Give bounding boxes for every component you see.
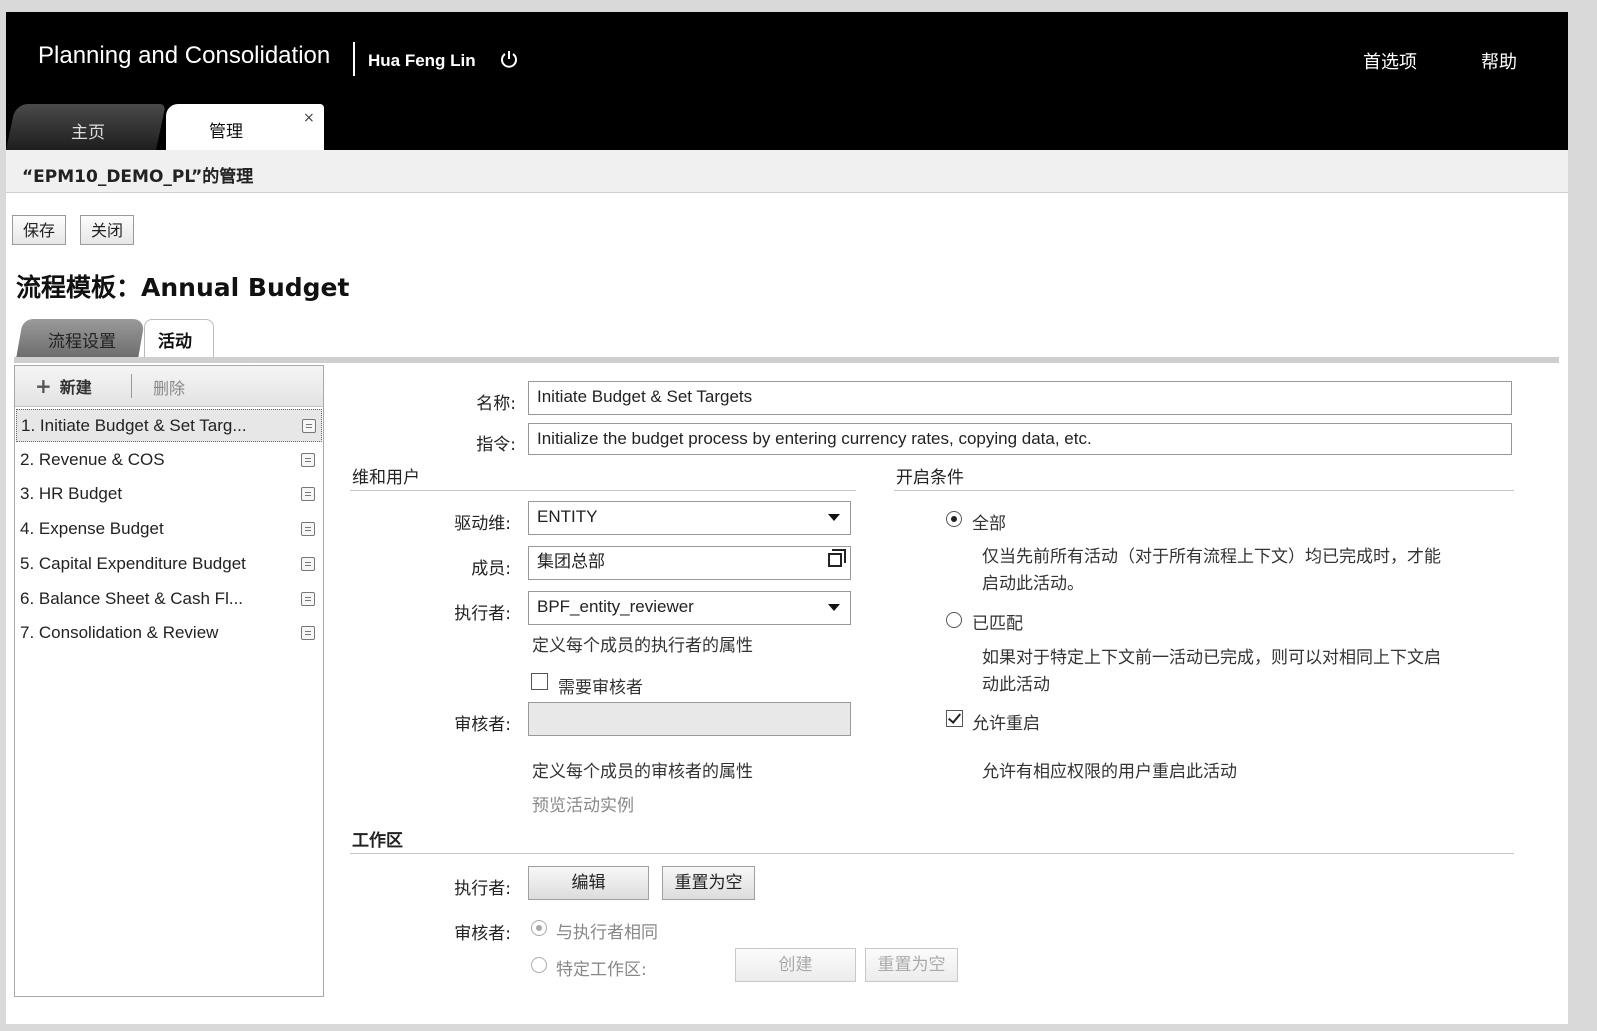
new-activity-label: 新建 — [59, 378, 92, 397]
reviewer-label: 审核者: — [454, 715, 511, 735]
activity-detail-icon[interactable] — [302, 419, 316, 433]
reset-specific-workspace-button[interactable]: 重置为空 — [865, 948, 958, 982]
reviewer-field — [528, 702, 851, 736]
member-label: 成员: — [471, 559, 511, 579]
delete-activity-button[interactable]: 删除 — [153, 375, 185, 399]
section-divider — [894, 490, 1514, 491]
member-field[interactable]: 集团总部 — [528, 546, 851, 580]
chevron-down-icon[interactable] — [828, 604, 840, 611]
app-title: Planning and Consolidation — [38, 42, 331, 69]
performer-hint: 定义每个成员的执行者的属性 — [532, 636, 753, 656]
activity-list-toolbar: + 新建 删除 — [15, 366, 323, 407]
activity-item-7[interactable]: 7. Consolidation & Review — [16, 617, 322, 650]
workspace-section: 工作区 — [352, 831, 403, 851]
need-reviewer-checkbox[interactable] — [531, 673, 548, 690]
tab-admin[interactable] — [166, 104, 324, 150]
member-picker-icon[interactable] — [828, 549, 846, 567]
tab-close-icon[interactable]: × — [303, 110, 315, 126]
new-activity-button[interactable]: + 新建 — [35, 374, 92, 398]
matched-radio[interactable] — [946, 612, 962, 628]
matched-radio-label[interactable]: 已匹配 — [972, 609, 1023, 634]
same-as-performer-label[interactable]: 与执行者相同 — [556, 918, 658, 943]
activity-item-2[interactable]: 2. Revenue & COS — [16, 444, 322, 477]
help-link[interactable]: 帮助 — [1481, 48, 1517, 74]
activity-item-1[interactable]: 1. Initiate Budget & Set Targ... — [16, 409, 322, 442]
performer-label: 执行者: — [454, 604, 511, 624]
specific-workspace-radio[interactable] — [531, 957, 547, 973]
activity-list-panel: + 新建 删除 1. Initiate Budget & Set Targ... … — [14, 365, 324, 997]
reviewer-hint: 定义每个成员的审核者的属性 — [532, 762, 753, 782]
tab-admin-label[interactable]: 管理 — [209, 117, 243, 142]
activity-item-label: 4. Expense Budget — [20, 519, 164, 538]
activity-detail-icon[interactable] — [301, 453, 315, 467]
activity-item-label: 3. HR Budget — [20, 484, 123, 503]
tab-process-settings-label[interactable]: 流程设置 — [48, 327, 116, 352]
tab-rule — [14, 357, 1559, 363]
user-name: Hua Feng Lin — [368, 51, 476, 70]
instruction-input[interactable]: Initialize the budget process by enterin… — [528, 423, 1512, 455]
activity-item-label: 2. Revenue & COS — [20, 450, 165, 469]
activity-detail-icon[interactable] — [301, 557, 315, 571]
tab-activities-label[interactable]: 活动 — [158, 327, 192, 352]
section-divider — [350, 853, 1514, 854]
context-title: “EPM10_DEMO_PL”的管理 — [22, 167, 254, 187]
activity-detail-icon[interactable] — [301, 487, 315, 501]
member-value: 集团总部 — [537, 552, 605, 571]
allow-reopen-desc: 允许有相应权限的用户重启此活动 — [982, 762, 1237, 782]
open-conditions-section: 开启条件 — [896, 468, 964, 488]
specific-workspace-label[interactable]: 特定工作区: — [556, 955, 647, 980]
tab-home-label[interactable]: 主页 — [71, 118, 105, 143]
matched-desc-line2: 动此活动 — [982, 675, 1050, 695]
performer-value: BPF_entity_reviewer — [537, 597, 694, 616]
driver-label: 驱动维: — [454, 514, 511, 534]
performer-dropdown[interactable]: BPF_entity_reviewer — [528, 591, 851, 625]
activity-item-label: 5. Capital Expenditure Budget — [20, 554, 246, 573]
plus-icon: + — [35, 374, 52, 398]
preferences-link[interactable]: 首选项 — [1363, 48, 1417, 74]
allow-reopen-checkbox[interactable] — [946, 710, 963, 727]
toolbar-separator — [131, 374, 132, 398]
activity-item-5[interactable]: 5. Capital Expenditure Budget — [16, 548, 322, 581]
driver-dropdown[interactable]: ENTITY — [528, 501, 851, 535]
instruction-label: 指令: — [476, 435, 516, 455]
allow-reopen-label[interactable]: 允许重启 — [972, 709, 1040, 734]
need-reviewer-label[interactable]: 需要审核者 — [558, 673, 643, 698]
activity-detail-icon[interactable] — [301, 626, 315, 640]
edit-workspace-button[interactable]: 编辑 — [528, 866, 649, 900]
name-input[interactable]: Initiate Budget & Set Targets — [528, 381, 1512, 415]
reset-workspace-button[interactable]: 重置为空 — [662, 866, 755, 900]
matched-desc-line1: 如果对于特定上下文前一活动已完成，则可以对相同上下文启 — [982, 648, 1441, 668]
workspace-performer-label: 执行者: — [454, 879, 511, 899]
all-radio[interactable] — [946, 511, 962, 527]
save-button[interactable]: 保存 — [12, 215, 66, 245]
activity-item-label: 1. Initiate Budget & Set Targ... — [21, 416, 247, 435]
power-icon[interactable] — [499, 49, 519, 69]
activity-detail-icon[interactable] — [301, 592, 315, 606]
app-window: Planning and Consolidation Hua Feng Lin … — [6, 12, 1568, 1024]
page-title: 流程模板：Annual Budget — [16, 273, 350, 302]
close-button[interactable]: 关闭 — [80, 215, 134, 245]
activity-item-label: 7. Consolidation & Review — [20, 623, 219, 642]
header-separator — [353, 42, 355, 76]
activity-item-6[interactable]: 6. Balance Sheet & Cash Fl... — [16, 583, 322, 616]
all-desc-line2: 启动此活动。 — [982, 574, 1084, 594]
same-as-performer-radio[interactable] — [531, 920, 547, 936]
driver-value: ENTITY — [537, 507, 598, 526]
activity-item-label: 6. Balance Sheet & Cash Fl... — [20, 589, 244, 608]
section-divider — [350, 490, 856, 491]
preview-link[interactable]: 预览活动实例 — [532, 791, 634, 816]
activity-item-4[interactable]: 4. Expense Budget — [16, 513, 322, 546]
create-workspace-button[interactable]: 创建 — [735, 948, 856, 982]
name-label: 名称: — [476, 394, 516, 414]
dims-users-section: 维和用户 — [352, 468, 420, 488]
chevron-down-icon[interactable] — [828, 514, 840, 521]
activity-item-3[interactable]: 3. HR Budget — [16, 478, 322, 511]
workspace-reviewer-label: 审核者: — [454, 924, 511, 944]
all-radio-label[interactable]: 全部 — [972, 509, 1006, 534]
activity-detail-icon[interactable] — [301, 522, 315, 536]
shell-header: Planning and Consolidation Hua Feng Lin … — [6, 12, 1568, 150]
all-desc-line1: 仅当先前所有活动（对于所有流程上下文）均已完成时，才能 — [982, 547, 1441, 567]
